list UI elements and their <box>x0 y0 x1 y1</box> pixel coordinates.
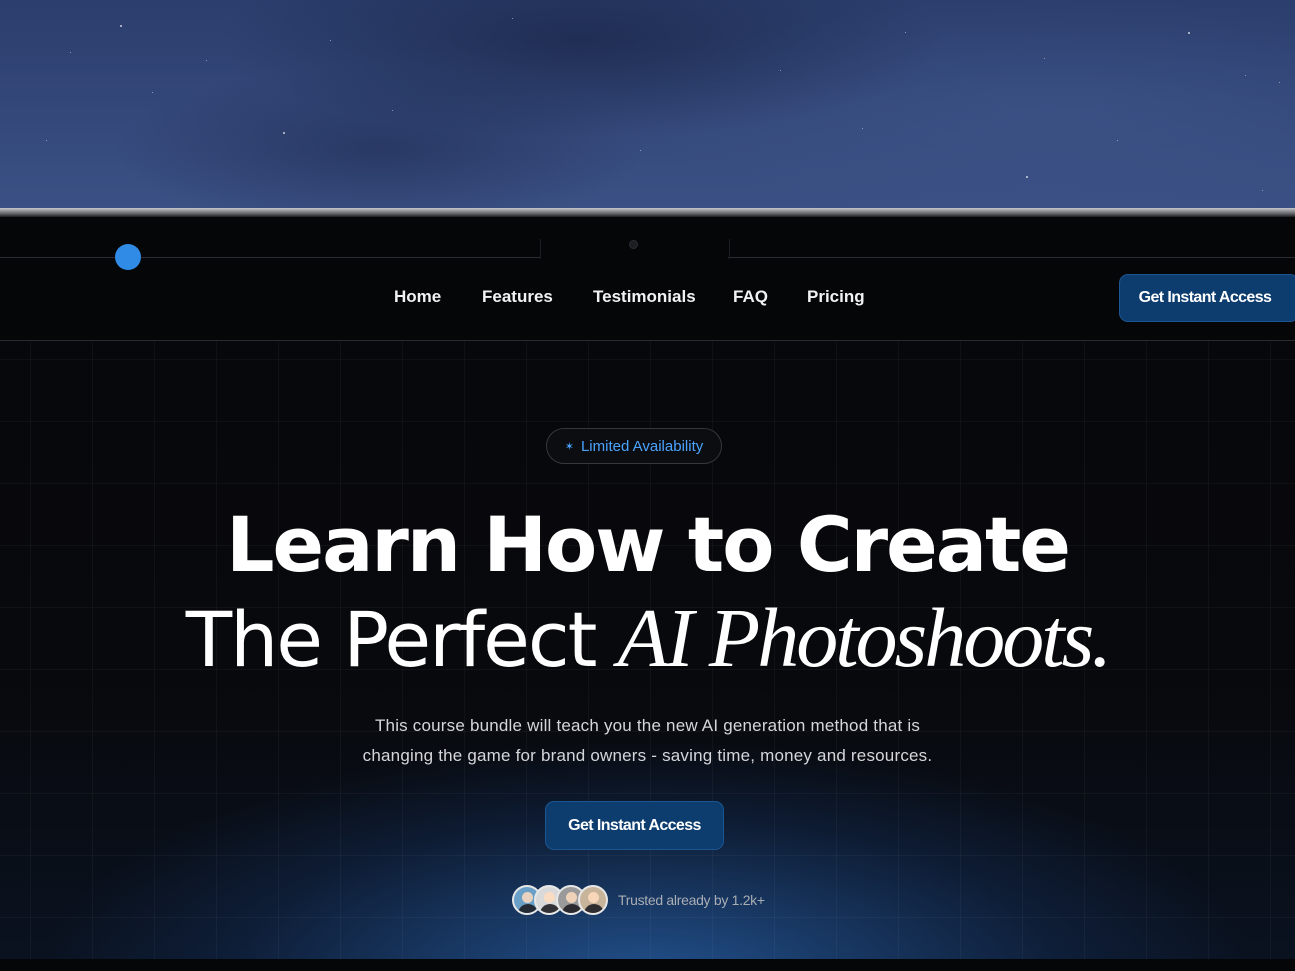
sparkle-icon: ✶ <box>564 440 574 453</box>
hero-description-line1: This course bundle will teach you the ne… <box>374 716 921 735</box>
star <box>120 25 122 27</box>
star <box>905 32 906 33</box>
sky-background <box>0 0 1295 210</box>
star <box>1188 32 1190 34</box>
star <box>862 128 863 129</box>
star <box>1117 140 1118 141</box>
bottom-edge <box>0 959 1295 971</box>
star <box>283 132 285 134</box>
star <box>1262 190 1263 191</box>
nav-item-testimonials[interactable]: Testimonials <box>593 287 696 307</box>
star <box>1026 176 1028 178</box>
star <box>330 40 331 41</box>
star <box>152 92 153 93</box>
star <box>70 52 71 53</box>
logo[interactable] <box>115 244 141 270</box>
hero-description: This course bundle will teach you the ne… <box>0 711 1295 771</box>
badge-label: Limited Availability <box>580 437 704 455</box>
header-divider-left <box>0 257 540 258</box>
hero-headline-line2: The Perfect AI Photoshoots. <box>0 597 1295 681</box>
star <box>780 70 781 71</box>
star <box>512 18 513 19</box>
camera-dot <box>629 240 638 249</box>
nav-item-home[interactable]: Home <box>394 287 441 307</box>
headline-regular-part: The Perfect <box>185 595 618 684</box>
star <box>206 60 207 61</box>
trust-text: Trusted already by 1.2k+ <box>618 892 765 908</box>
site-header: Home Features Testimonials FAQ Pricing G… <box>0 217 1295 341</box>
hero-description-line2: changing the game for brand owners - sav… <box>362 746 933 765</box>
star <box>392 110 393 111</box>
main-nav: Home Features Testimonials FAQ Pricing <box>0 287 1295 311</box>
nav-item-faq[interactable]: FAQ <box>733 287 768 307</box>
nav-item-pricing[interactable]: Pricing <box>807 287 865 307</box>
hero-get-access-button[interactable]: Get Instant Access <box>545 801 724 850</box>
star <box>1245 75 1246 76</box>
header-get-access-button[interactable]: Get Instant Access <box>1119 274 1295 322</box>
headline-italic-part: AI Photoshoots. <box>617 592 1113 685</box>
star <box>1279 82 1280 83</box>
star <box>640 150 641 151</box>
limited-availability-badge: ✶ Limited Availability <box>546 428 722 464</box>
trust-row: Trusted already by 1.2k+ <box>512 884 765 916</box>
avatar-group <box>512 885 608 915</box>
hero-section: ✶ Limited Availability Learn How to Crea… <box>0 341 1295 959</box>
nav-item-features[interactable]: Features <box>482 287 553 307</box>
star <box>46 140 47 141</box>
avatar <box>578 885 608 915</box>
header-divider-right <box>728 257 1295 258</box>
device-frame-edge <box>0 208 1295 217</box>
hero-headline-line1: Learn How to Create <box>226 500 1071 589</box>
star <box>1044 58 1045 59</box>
